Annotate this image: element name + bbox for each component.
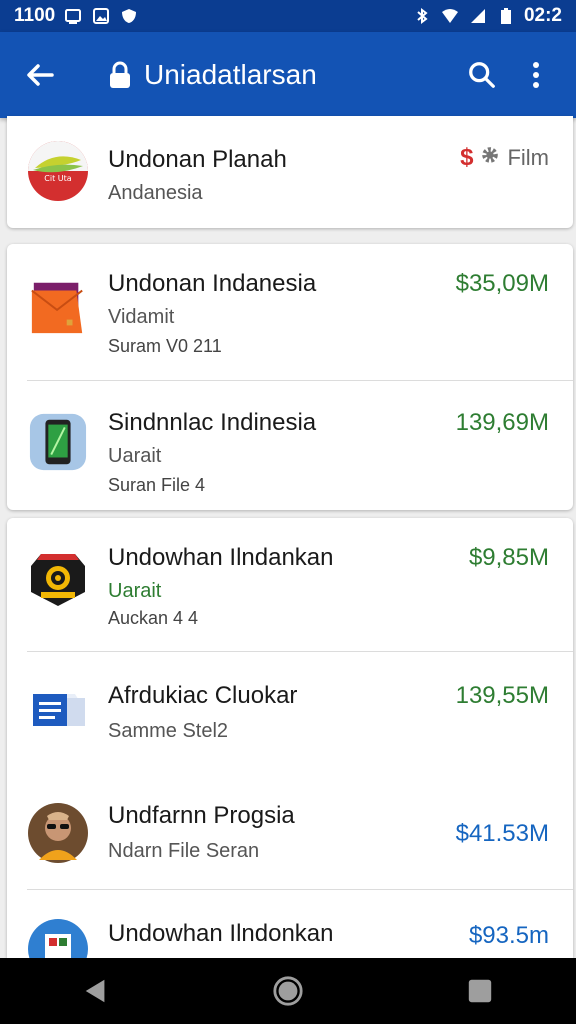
search-icon <box>469 62 495 88</box>
item-name: Undonan Planah <box>108 146 287 173</box>
phone-icon <box>27 411 89 473</box>
home-circle-icon <box>273 976 303 1006</box>
item-name: Undfarnn Progsia <box>108 802 295 829</box>
list-card-1: Undonan Indanesia Vidamit Suram V0 211 $… <box>7 244 573 510</box>
more-vert-icon <box>533 62 539 88</box>
list-card-2: Undowhan Ilndankan Uarait Auckan 4 4 $9,… <box>7 518 573 958</box>
bluetooth-icon <box>412 7 432 25</box>
item-meta: Auckan 4 4 <box>108 608 199 628</box>
item-subtitle: Andanesia <box>108 182 203 204</box>
app-bar: Uniadatlarsan <box>0 32 576 118</box>
status-bar: 1100 02:2 <box>0 0 576 32</box>
dollar-icon: $ <box>460 144 474 171</box>
list-item[interactable]: Undonan Indanesia Vidamit Suram V0 211 $… <box>7 244 573 381</box>
item-amount: $9,85M <box>468 544 549 571</box>
item-subtitle: Vidamit <box>108 306 175 328</box>
item-amount: $93.5m <box>468 922 549 949</box>
arrow-left-icon <box>27 64 54 86</box>
shield-icon <box>119 7 139 25</box>
folder-icon <box>27 276 89 338</box>
battery-icon <box>496 7 516 25</box>
item-name: Undowhan Ilndankan <box>108 544 334 571</box>
item-name: Afrdukiac Cluokar <box>108 682 298 709</box>
avatar-icon <box>27 802 89 864</box>
square-recents-icon <box>468 979 492 1003</box>
list-item[interactable]: Undfarnn Progsia Ndarn File Seran $41.53… <box>7 776 573 890</box>
item-amount: 139,55M <box>455 682 549 709</box>
list-item[interactable]: Sindnnlac Indinesia Uarait Suran File 4 … <box>7 381 573 510</box>
nav-home-button[interactable] <box>258 966 318 1016</box>
document-icon <box>27 680 89 742</box>
page-title: Uniadatlarsan <box>144 59 317 90</box>
nav-recents-button[interactable] <box>450 966 510 1016</box>
search-button[interactable] <box>460 53 504 97</box>
app-icon <box>27 918 89 958</box>
status-time-right: 02:2 <box>523 5 562 26</box>
item-amount: $35,09M <box>455 270 549 297</box>
item-amount: $41.53M <box>455 820 549 847</box>
category-tag: $ Film <box>460 144 549 172</box>
item-meta: Suram V0 211 <box>108 336 222 356</box>
item-name: Undowhan Ilndonkan <box>108 920 334 947</box>
top-card: Cit Uta Undonan Planah Andanesia $ Film <box>7 116 573 228</box>
status-time-left: 1100 <box>14 5 56 26</box>
list-item[interactable]: Afrdukiac Cluokar Samme Stel2 139,55M <box>7 652 573 776</box>
list-item[interactable]: Undowhan Ilndonkan $93.5m <box>7 890 573 958</box>
list-item[interactable]: Undowhan Ilndankan Uarait Auckan 4 4 $9,… <box>7 518 573 652</box>
nav-back-button[interactable] <box>66 966 126 1016</box>
flag-logo-icon: Cit Uta <box>27 140 89 202</box>
signal-icon <box>468 7 488 25</box>
item-name: Undonan Indanesia <box>108 270 317 297</box>
item-subtitle: Uarait <box>108 445 162 467</box>
more-options-button[interactable] <box>514 53 558 97</box>
svg-text:Cit Uta: Cit Uta <box>44 174 71 183</box>
item-name: Sindnnlac Indinesia <box>108 409 317 436</box>
screen-icon <box>63 7 83 25</box>
gear-icon <box>479 144 501 172</box>
camera-badge-icon <box>27 548 89 610</box>
item-meta: Suran File 4 <box>108 475 206 495</box>
category-label: Film <box>507 145 549 170</box>
item-subtitle: Uarait <box>108 580 162 602</box>
list-item-top[interactable]: Cit Uta Undonan Planah Andanesia $ Film <box>7 116 573 228</box>
back-button[interactable] <box>18 53 62 97</box>
image-icon <box>91 7 111 25</box>
wifi-icon <box>440 7 460 25</box>
item-subtitle: Samme Stel2 <box>108 720 229 742</box>
item-amount: 139,69M <box>455 409 549 436</box>
item-subtitle: Ndarn File Seran <box>108 840 260 862</box>
navigation-bar <box>0 958 576 1024</box>
triangle-back-icon <box>85 979 105 1003</box>
lock-icon <box>106 60 134 90</box>
